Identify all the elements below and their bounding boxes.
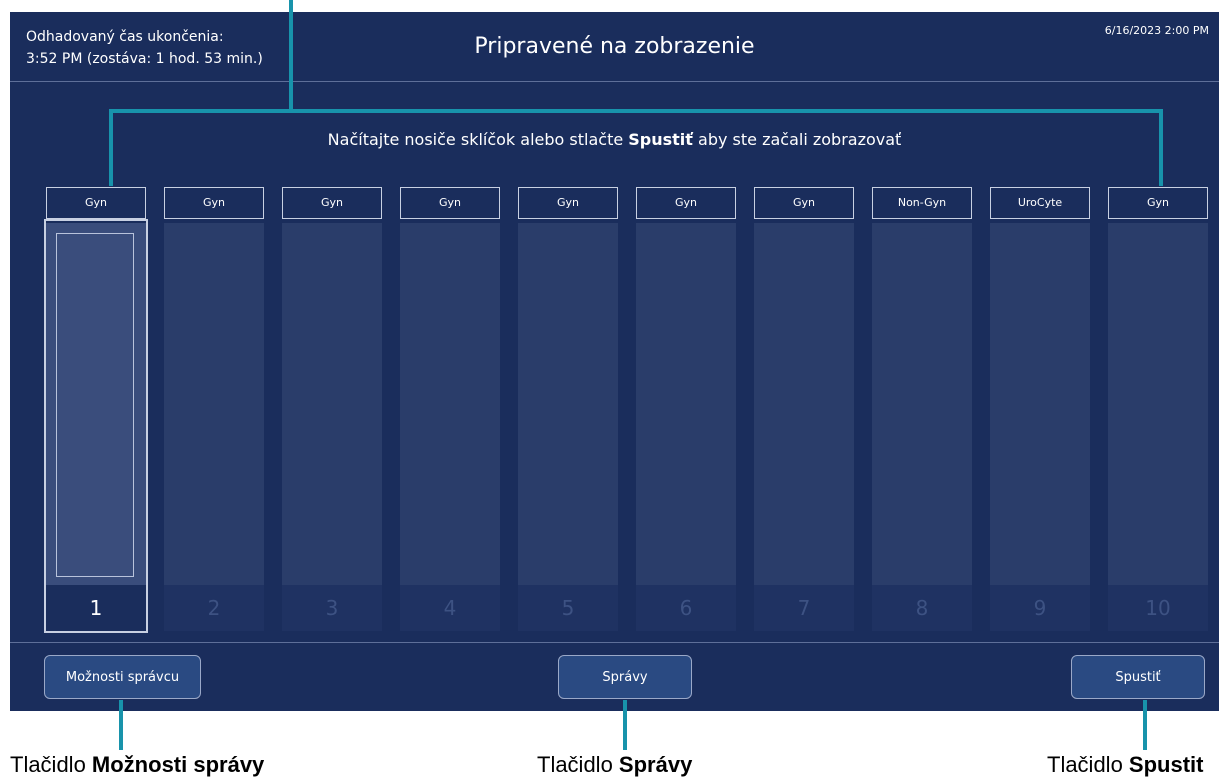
- carrier-slot-2[interactable]: Gyn 2: [164, 187, 264, 631]
- carrier-bay: [400, 223, 500, 585]
- slide-carrier: [56, 233, 134, 577]
- carrier-number: 4: [400, 585, 500, 631]
- instruction-pre: Načítajte nosiče sklíčok alebo stlačte: [327, 130, 629, 149]
- carrier-bay: [872, 223, 972, 585]
- carrier-slot-4[interactable]: Gyn 4: [400, 187, 500, 631]
- carrier-number: 7: [754, 585, 854, 631]
- carrier-number: 6: [636, 585, 736, 631]
- caption-admin-prefix: Tlačidlo: [10, 752, 92, 777]
- callout-line-messages: [623, 700, 627, 750]
- carrier-slot-6[interactable]: Gyn 6: [636, 187, 736, 631]
- header-divider: [10, 81, 1219, 82]
- annotation-bracket-right-leg: [1159, 109, 1163, 186]
- carrier-bay: [164, 223, 264, 585]
- carrier-type-label: Gyn: [400, 187, 500, 219]
- carrier-type-label: Gyn: [754, 187, 854, 219]
- carrier-number: 2: [164, 585, 264, 631]
- caption-messages-button: Tlačidlo Správy: [537, 752, 692, 778]
- caption-admin-button: Tlačidlo Možnosti správy: [10, 752, 264, 778]
- carrier-type-label: Non-Gyn: [872, 187, 972, 219]
- admin-options-button[interactable]: Možnosti správcu: [44, 655, 201, 699]
- caption-messages-bold: Správy: [618, 752, 693, 777]
- imager-screen: Odhadovaný čas ukončenia: 3:52 PM (zostá…: [10, 12, 1219, 711]
- carrier-number: 10: [1108, 585, 1208, 631]
- callout-line-admin: [119, 700, 123, 750]
- carrier-slot-3[interactable]: Gyn 3: [282, 187, 382, 631]
- messages-button[interactable]: Správy: [558, 655, 692, 699]
- annotation-bracket-stem: [289, 0, 293, 113]
- carrier-number: 8: [872, 585, 972, 631]
- carrier-slot-8[interactable]: Non-Gyn 8: [872, 187, 972, 631]
- carrier-bay: [282, 223, 382, 585]
- carrier-slot-10[interactable]: Gyn 10: [1108, 187, 1208, 631]
- annotation-bracket-bar: [109, 109, 1163, 113]
- start-button[interactable]: Spustiť: [1071, 655, 1205, 699]
- footer-divider: [10, 642, 1219, 643]
- carrier-slot-9[interactable]: UroCyte 9: [990, 187, 1090, 631]
- carrier-bay: [636, 223, 736, 585]
- carrier-number: 3: [282, 585, 382, 631]
- instruction-bold: Spustiť: [628, 130, 693, 149]
- caption-messages-prefix: Tlačidlo: [537, 752, 619, 777]
- annotation-bracket-left-leg: [109, 109, 113, 186]
- carrier-bay: [518, 223, 618, 585]
- carrier-type-label: Gyn: [1108, 187, 1208, 219]
- carrier-bay: [1108, 223, 1208, 585]
- caption-start-prefix: Tlačidlo: [1047, 752, 1129, 777]
- carrier-type-label: Gyn: [518, 187, 618, 219]
- carrier-slot-7[interactable]: Gyn 7: [754, 187, 854, 631]
- carrier-type-label: Gyn: [282, 187, 382, 219]
- instruction-post: aby ste začali zobrazovať: [692, 130, 902, 149]
- caption-start-bold: Spustit: [1128, 752, 1204, 777]
- carrier-slot-5[interactable]: Gyn 5: [518, 187, 618, 631]
- carrier-type-label: Gyn: [46, 187, 146, 219]
- datetime: 6/16/2023 2:00 PM: [1104, 24, 1209, 37]
- page-title: Pripravené na zobrazenie: [474, 34, 755, 59]
- carrier-type-label: Gyn: [636, 187, 736, 219]
- carrier-type-label: Gyn: [164, 187, 264, 219]
- carrier-number: 1: [46, 585, 146, 631]
- caption-start-button: Tlačidlo Spustit: [1047, 752, 1203, 778]
- carrier-number: 9: [990, 585, 1090, 631]
- carrier-bay: [754, 223, 854, 585]
- carrier-bay: [990, 223, 1090, 585]
- carrier-number: 5: [518, 585, 618, 631]
- instruction-text: Načítajte nosiče sklíčok alebo stlačte S…: [10, 130, 1219, 149]
- carrier-type-label: UroCyte: [990, 187, 1090, 219]
- carrier-bay: [46, 223, 146, 585]
- callout-line-start: [1143, 700, 1147, 750]
- carrier-slot-1[interactable]: Gyn 1: [44, 187, 148, 633]
- caption-admin-bold: Možnosti správy: [91, 752, 265, 777]
